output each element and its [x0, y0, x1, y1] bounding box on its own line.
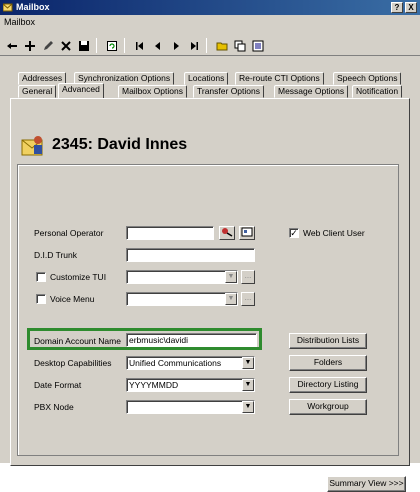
chevron-down-icon: ▼	[242, 357, 254, 369]
list-icon[interactable]	[250, 38, 265, 53]
did-trunk-field[interactable]	[126, 248, 255, 262]
pointer-icon[interactable]	[4, 38, 19, 53]
web-client-user-label: Web Client User	[303, 228, 365, 238]
window-title: Mailbox	[16, 2, 50, 12]
summary-view-button[interactable]: Summary View >>>	[327, 476, 406, 492]
desktop-capabilities-label: Desktop Capabilities	[34, 358, 112, 368]
previous-record-icon[interactable]	[150, 38, 165, 53]
delete-icon[interactable]	[58, 38, 73, 53]
desktop-capabilities-select[interactable]: Unified Communications ▼	[126, 356, 255, 370]
operator-lookup-icon[interactable]	[219, 226, 235, 240]
web-client-user-checkbox[interactable]: ✓	[289, 228, 299, 238]
did-trunk-label: D.I.D Trunk	[34, 250, 77, 260]
title-bar: Mailbox ? X	[0, 0, 420, 15]
desktop-capabilities-value: Unified Communications	[129, 358, 222, 368]
toolbar	[0, 30, 420, 56]
client-area: Addresses Synchronization Options Locati…	[0, 56, 420, 492]
operator-details-icon[interactable]	[239, 226, 255, 240]
close-button[interactable]: X	[405, 2, 417, 13]
voice-menu-label: Voice Menu	[50, 294, 95, 304]
domain-account-label: Domain Account Name	[34, 336, 121, 346]
tab-speech-options[interactable]: Speech Options	[333, 72, 402, 85]
customize-tui-select[interactable]: ▼	[126, 270, 238, 284]
date-format-label: Date Format	[34, 380, 82, 390]
personal-operator-field[interactable]	[126, 226, 214, 240]
directory-listing-button[interactable]: Directory Listing	[289, 377, 367, 393]
next-record-icon[interactable]	[168, 38, 183, 53]
customize-tui-checkbox[interactable]	[36, 272, 46, 282]
tab-transfer-options[interactable]: Transfer Options	[193, 85, 264, 98]
tab-notification[interactable]: Notification	[352, 85, 403, 98]
folders-button[interactable]: Folders	[289, 355, 367, 371]
tab-message-options[interactable]: Message Options	[274, 85, 349, 98]
tab-locations[interactable]: Locations	[184, 72, 229, 85]
voice-menu-select[interactable]: ▼	[126, 292, 238, 306]
chevron-down-icon: ▼	[242, 379, 254, 391]
distribution-lists-button[interactable]: Distribution Lists	[289, 333, 367, 349]
chevron-down-icon: ▼	[242, 401, 254, 413]
customize-tui-label: Customize TUI	[50, 272, 107, 282]
pbx-node-label: PBX Node	[34, 402, 74, 412]
chevron-down-icon: ▼	[225, 271, 237, 283]
chevron-down-icon: ▼	[225, 293, 237, 305]
add-icon[interactable]	[22, 38, 37, 53]
edit-icon[interactable]	[40, 38, 55, 53]
date-format-select[interactable]: YYYYMMDD ▼	[126, 378, 255, 392]
tab-general[interactable]: General	[18, 85, 57, 98]
mailbox-title: 2345: David Innes	[52, 136, 188, 153]
workgroup-button[interactable]: Workgroup	[289, 399, 367, 415]
help-button[interactable]: ?	[391, 2, 403, 13]
folder-icon[interactable]	[214, 38, 229, 53]
tab-advanced[interactable]: Advanced	[58, 83, 104, 98]
save-icon[interactable]	[76, 38, 91, 53]
menu-bar: Mailbox	[0, 15, 420, 30]
first-record-icon[interactable]	[132, 38, 147, 53]
mailbox-app-icon	[3, 3, 13, 12]
date-format-value: YYYYMMDD	[129, 380, 179, 390]
refresh-icon[interactable]	[104, 38, 119, 53]
voice-menu-checkbox[interactable]	[36, 294, 46, 304]
copy-icon[interactable]	[232, 38, 247, 53]
menu-item-mailbox[interactable]: Mailbox	[4, 17, 35, 27]
voice-menu-browse-button[interactable]: ...	[241, 292, 255, 306]
mailbox-user-icon	[21, 136, 43, 156]
personal-operator-label: Personal Operator	[34, 228, 104, 238]
tab-mailbox-options[interactable]: Mailbox Options	[118, 85, 187, 98]
customize-tui-browse-button[interactable]: ...	[241, 270, 255, 284]
pbx-node-select[interactable]: ▼	[126, 400, 255, 414]
domain-account-field[interactable]: erbmusic\davidi	[126, 333, 257, 347]
last-record-icon[interactable]	[186, 38, 201, 53]
tab-re-route-cti-options[interactable]: Re-route CTI Options	[235, 72, 324, 85]
